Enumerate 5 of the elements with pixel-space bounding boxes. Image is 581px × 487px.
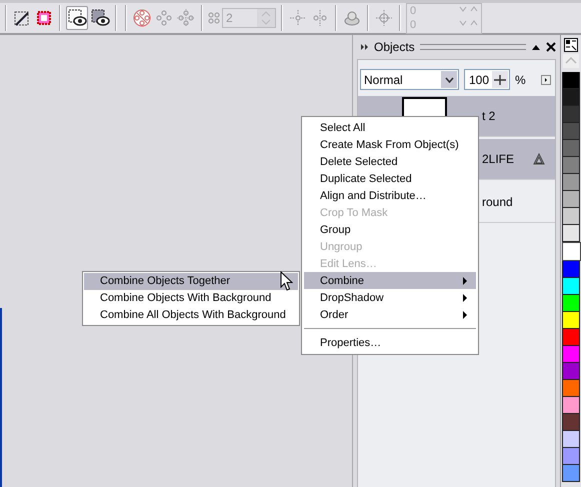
layer-name: round [482,195,514,209]
percent-label: % [515,72,526,86]
layer-name: t 2 [482,109,496,123]
layer-name: 2LIFE [482,152,516,166]
docker-title: Objects [374,40,415,54]
